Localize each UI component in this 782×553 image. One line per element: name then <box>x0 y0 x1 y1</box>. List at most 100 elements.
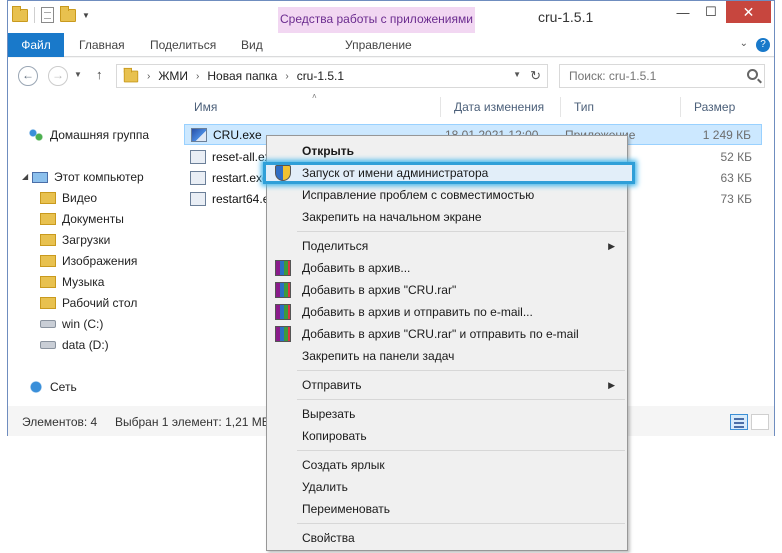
file-size: 52 КБ <box>720 150 752 164</box>
separator <box>34 7 35 23</box>
minimize-button[interactable]: — <box>670 1 696 23</box>
nav-item-music[interactable]: Музыка <box>40 275 104 289</box>
menu-item-label: Добавить в архив "CRU.rar" <box>302 283 457 297</box>
column-divider[interactable] <box>560 97 561 117</box>
nav-homegroup[interactable]: Домашняя группа <box>28 128 149 142</box>
menu-item-pin-start[interactable]: Закрепить на начальном экране <box>269 206 625 228</box>
winrar-icon <box>275 260 291 276</box>
tab-view[interactable]: Вид <box>241 33 263 57</box>
menu-item-add-cru-email[interactable]: Добавить в архив "CRU.rar" и отправить п… <box>269 323 625 345</box>
column-divider[interactable] <box>440 97 441 117</box>
quick-access-toolbar: ▼ <box>12 5 90 23</box>
column-header-date[interactable]: Дата изменения <box>444 97 544 117</box>
sort-ascending-icon: ˄ <box>312 92 317 101</box>
nav-label: Рабочий стол <box>62 296 138 310</box>
close-button[interactable]: ✕ <box>726 1 771 23</box>
application-icon <box>190 192 206 206</box>
nav-label: Домашняя группа <box>50 128 150 142</box>
menu-item-troubleshoot[interactable]: Исправление проблем с совместимостью <box>269 184 625 206</box>
nav-network[interactable]: Сеть <box>28 380 77 394</box>
column-header-size[interactable]: Размер <box>684 97 735 117</box>
drive-icon <box>40 320 56 328</box>
new-folder-icon[interactable] <box>60 5 76 22</box>
properties-icon[interactable] <box>41 7 54 23</box>
nav-item-downloads[interactable]: Загрузки <box>40 233 110 247</box>
music-folder-icon <box>40 276 56 288</box>
search-icon[interactable] <box>747 69 758 80</box>
item-count: Элементов: 4 <box>22 415 98 429</box>
menu-item-create-shortcut[interactable]: Создать ярлык <box>269 454 625 476</box>
column-divider[interactable] <box>680 97 681 117</box>
file-name: restart.exe <box>212 171 269 185</box>
help-icon[interactable]: ? <box>756 38 770 52</box>
customize-toolbar-icon[interactable]: ▼ <box>82 11 90 20</box>
menu-separator <box>297 523 625 524</box>
app-tools-tab-title: Средства работы с приложениями <box>278 7 475 33</box>
documents-folder-icon <box>40 213 56 225</box>
menu-item-label: Добавить в архив и отправить по e-mail..… <box>302 305 533 319</box>
tab-share[interactable]: Поделиться <box>150 33 216 57</box>
menu-item-add-email[interactable]: Добавить в архив и отправить по e-mail..… <box>269 301 625 323</box>
menu-item-add-cru-rar[interactable]: Добавить в архив "CRU.rar" <box>269 279 625 301</box>
breadcrumb-cru[interactable]: cru-1.5.1 <box>297 69 344 83</box>
search-box[interactable] <box>559 64 765 88</box>
submenu-arrow-icon: ▶ <box>608 241 615 251</box>
window-title: cru-1.5.1 <box>538 9 594 25</box>
menu-item-share[interactable]: Поделиться ▶ <box>269 235 625 257</box>
up-button[interactable]: ↑ <box>96 67 103 82</box>
column-header-type[interactable]: Тип <box>564 97 594 117</box>
breadcrumb-new-folder[interactable]: Новая папка <box>207 69 277 83</box>
chevron-right-icon[interactable]: › <box>285 71 288 82</box>
details-view-button[interactable] <box>730 414 748 430</box>
desktop-folder-icon <box>40 297 56 309</box>
ribbon-tabs: Файл Главная Поделиться Вид Управление ⌄… <box>8 33 774 57</box>
address-bar[interactable]: › ЖМИ › Новая папка › cru-1.5.1 ▼ ↻ <box>116 64 548 88</box>
large-icons-view-button[interactable] <box>751 414 769 430</box>
tab-manage[interactable]: Управление <box>345 33 412 57</box>
menu-item-properties[interactable]: Свойства <box>269 527 625 549</box>
navigation-pane: Домашняя группа ◢ Этот компьютер Видео Д… <box>8 92 174 406</box>
menu-item-delete[interactable]: Удалить <box>269 476 625 498</box>
nav-item-desktop[interactable]: Рабочий стол <box>40 296 137 310</box>
menu-item-rename[interactable]: Переименовать <box>269 498 625 520</box>
menu-item-pin-taskbar[interactable]: Закрепить на панели задач <box>269 345 625 367</box>
menu-item-send-to[interactable]: Отправить ▶ <box>269 374 625 396</box>
back-button[interactable]: ← <box>18 66 38 86</box>
nav-label: Документы <box>62 212 124 226</box>
collapse-icon[interactable]: ◢ <box>22 172 28 181</box>
address-dropdown-icon[interactable]: ▼ <box>513 70 521 79</box>
menu-item-run-as-admin[interactable]: Запуск от имени администратора <box>263 162 635 184</box>
application-icon <box>190 171 206 185</box>
drive-icon <box>40 341 56 349</box>
nav-label: Этот компьютер <box>54 170 144 184</box>
breadcrumb-zhmi[interactable]: ЖМИ <box>158 69 188 83</box>
menu-item-open[interactable]: Открыть <box>269 140 625 162</box>
nav-item-pictures[interactable]: Изображения <box>40 254 137 268</box>
winrar-icon <box>275 326 291 342</box>
tab-home[interactable]: Главная <box>79 33 125 57</box>
nav-item-drive-c[interactable]: win (C:) <box>40 317 103 331</box>
forward-button[interactable]: → <box>48 66 68 86</box>
maximize-button[interactable]: ☐ <box>698 1 724 23</box>
chevron-right-icon[interactable]: › <box>196 71 199 82</box>
application-icon <box>190 150 206 164</box>
nav-item-drive-d[interactable]: data (D:) <box>40 338 109 352</box>
nav-item-documents[interactable]: Документы <box>40 212 124 226</box>
search-input[interactable] <box>560 65 740 87</box>
refresh-icon[interactable]: ↻ <box>530 68 541 84</box>
nav-item-video[interactable]: Видео <box>40 191 97 205</box>
menu-item-label: Добавить в архив "CRU.rar" и отправить п… <box>302 327 579 341</box>
menu-item-add-archive[interactable]: Добавить в архив... <box>269 257 625 279</box>
menu-item-cut[interactable]: Вырезать <box>269 403 625 425</box>
nav-this-pc[interactable]: Этот компьютер <box>32 170 144 184</box>
menu-item-label: Добавить в архив... <box>302 261 411 275</box>
downloads-folder-icon <box>40 234 56 246</box>
tab-file[interactable]: Файл <box>8 33 64 57</box>
recent-locations-icon[interactable]: ▼ <box>74 70 82 79</box>
expand-ribbon-icon[interactable]: ⌄ <box>740 38 748 52</box>
column-header-name[interactable]: Имя <box>184 97 217 117</box>
address-row: ← → ▼ ↑ › ЖМИ › Новая папка › cru-1.5.1 … <box>8 58 774 92</box>
menu-item-copy[interactable]: Копировать <box>269 425 625 447</box>
chevron-right-icon[interactable]: › <box>147 71 150 82</box>
nav-label: Загрузки <box>62 233 111 247</box>
